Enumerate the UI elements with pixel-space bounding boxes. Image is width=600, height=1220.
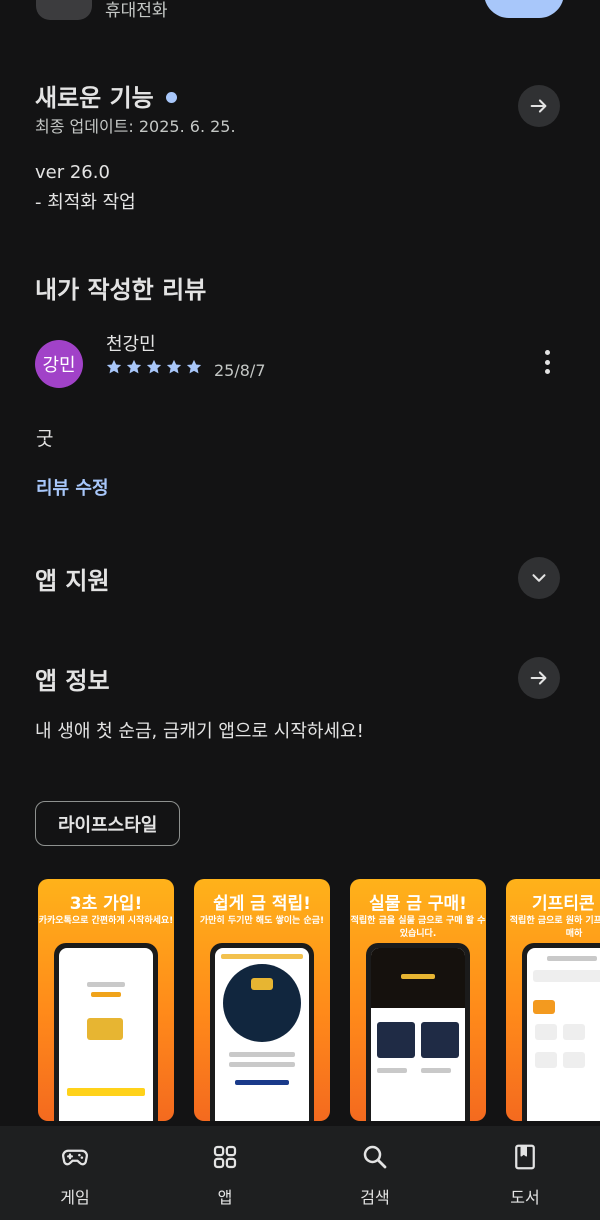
placeholder-text [221,954,303,959]
apps-grid-icon [213,1145,237,1169]
screenshot-card[interactable]: 쉽게 금 적립! 가만히 두기만 해도 쌓이는 순금! [194,879,330,1121]
arrow-right-icon [530,99,547,113]
arrow-right-icon [530,671,547,685]
screenshot-card[interactable]: 기프티콘 구 적립한 금으로 원하 기프티콘을 구매하 [506,879,600,1121]
release-note-text: - 최적화 작업 [35,192,136,213]
phone-mockup [54,943,158,1121]
screenshot-title: 실물 금 구매! [369,894,467,914]
avatar: 강민 [35,340,83,388]
screenshot-carousel[interactable]: 3초 가입! 카카오톡으로 간편하게 시작하세요! 쉽게 금 적립! 가만히 두… [38,879,600,1121]
app-support-title[interactable]: 앱 지원 [35,561,110,596]
screenshot-title: 쉽게 금 적립! [213,894,311,914]
screenshot-caption: 적립한 금으로 원하 기프티콘을 구매하 [509,916,600,939]
placeholder-text [377,1068,407,1073]
search-icon [363,1145,387,1169]
app-info-arrow-button[interactable] [518,657,560,699]
dot-icon [544,369,550,374]
chevron-down-icon [532,574,546,582]
nav-apps[interactable]: 앱 [150,1126,300,1220]
app-support-expand-button[interactable] [518,557,560,599]
screenshot-caption: 카카오톡으로 간편하게 시작하세요! [38,916,174,926]
bottom-navigation: 게임 앱 검색 도서 [0,1126,600,1220]
app-description: 내 생애 첫 순금, 금캐기 앱으로 시작하세요! [35,721,364,742]
gold-bar-icon [251,978,273,990]
nav-label: 검색 [360,1188,390,1207]
install-button[interactable] [484,0,564,18]
phone-mockup [522,943,600,1121]
nav-label: 앱 [217,1188,233,1207]
screenshot-card[interactable]: 3초 가입! 카카오톡으로 간편하게 시작하세요! [38,879,174,1121]
screenshot-title: 3초 가입! [69,894,143,914]
placeholder-text [229,1062,295,1067]
gold-balance-circle [223,964,301,1042]
edit-review-link[interactable]: 리뷰 수정 [36,474,109,500]
star-icon [166,359,182,374]
placeholder-text [547,956,597,961]
placeholder-button [235,1080,289,1085]
brand-logo [563,1052,585,1068]
new-indicator-dot [165,91,177,103]
reviewer-name: 천강민 [106,334,156,355]
app-info-title[interactable]: 앱 정보 [35,661,110,696]
gamepad-icon [62,1149,88,1166]
placeholder-text [421,1068,451,1073]
phone-screen [59,948,153,1121]
review-more-options-button[interactable] [534,347,560,377]
nav-label: 게임 [60,1188,90,1207]
kakao-button [67,1088,145,1096]
placeholder-text [87,982,125,987]
nav-search[interactable]: 검색 [300,1126,450,1220]
dot-icon [544,359,550,365]
phone-screen [215,948,309,1121]
rating-stars [105,358,203,376]
screenshot-caption: 가만히 두기만 해도 쌓이는 순금! [199,916,325,926]
phone-mockup [366,943,470,1121]
review-body: 굿 [36,428,54,450]
placeholder-text [91,992,121,997]
screenshot-title: 기프티콘 구 [531,894,600,914]
screenshot-caption: 적립한 금을 실물 금으로 구매 할 수 있습니다. [350,916,486,939]
brand-logo [535,1024,557,1040]
category-tab [533,1000,555,1014]
phone-screen [527,948,600,1121]
placeholder-text [401,974,435,979]
avatar-initials: 강민 [42,355,76,376]
phone-screen [371,948,465,1121]
whats-new-title: 새로운 기능 [35,84,154,112]
my-review-title: 내가 작성한 리뷰 [35,276,207,304]
star-icon [186,359,202,374]
star-icon [126,359,142,374]
last-updated-text: 최종 업데이트: 2025. 6. 25. [35,117,236,136]
review-date: 25/8/7 [214,361,266,380]
version-text: ver 26.0 [35,162,110,183]
star-icon [146,359,162,374]
brand-logo [535,1052,557,1068]
category-chip[interactable]: 라이프스타일 [35,801,181,846]
app-icon [36,0,92,20]
star-icon [106,359,122,374]
placeholder-text [229,1052,295,1057]
brand-logo [563,1024,585,1040]
whats-new-section: 새로운 기능 [35,78,177,113]
screenshot-card[interactable]: 실물 금 구매! 적립한 금을 실물 금으로 구매 할 수 있습니다. [350,879,486,1121]
book-icon [515,1144,535,1170]
nav-books[interactable]: 도서 [450,1126,600,1220]
product-thumbnail [421,1022,459,1058]
nav-label: 도서 [510,1188,540,1207]
gold-bars-icon [87,1018,123,1040]
whats-new-arrow-button[interactable] [518,85,560,127]
device-type-label: 휴대전화 [105,1,168,21]
product-thumbnail [377,1022,415,1058]
search-box [533,970,600,982]
nav-games[interactable]: 게임 [0,1126,150,1220]
phone-mockup [210,943,314,1121]
dot-icon [544,350,550,355]
